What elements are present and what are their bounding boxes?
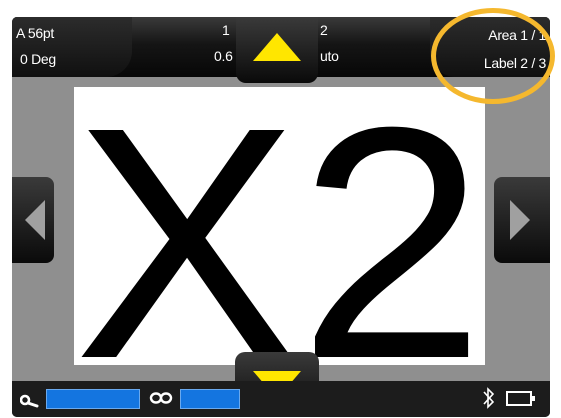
bluetooth-icon xyxy=(483,387,495,409)
link-icon xyxy=(149,392,173,404)
mid-status-c: 0.6 xyxy=(214,48,233,64)
zoom-level-bar xyxy=(46,389,140,409)
label-preview[interactable]: X2 xyxy=(74,87,485,365)
triangle-right-icon xyxy=(510,200,530,240)
label-text-graphic: X2 xyxy=(74,87,485,365)
nav-right-button[interactable] xyxy=(494,177,550,263)
nav-left-button[interactable] xyxy=(12,177,54,263)
mid-status-b: 2 xyxy=(320,22,328,38)
connection-bar xyxy=(180,389,240,409)
triangle-left-icon xyxy=(25,200,45,240)
mid-status-a: 1 xyxy=(222,22,230,38)
mid-status-d: uto xyxy=(320,48,339,64)
nav-up-button[interactable] xyxy=(236,17,318,83)
battery-icon xyxy=(506,391,535,406)
font-size-text: A 56pt xyxy=(16,25,54,41)
triangle-up-icon xyxy=(253,33,301,61)
bottom-bar xyxy=(12,381,550,417)
magnifier-icon xyxy=(20,394,39,408)
rotation-text: 0 Deg xyxy=(20,51,56,67)
status-highlight-ring xyxy=(431,8,555,104)
label-text: X2 xyxy=(74,87,485,365)
